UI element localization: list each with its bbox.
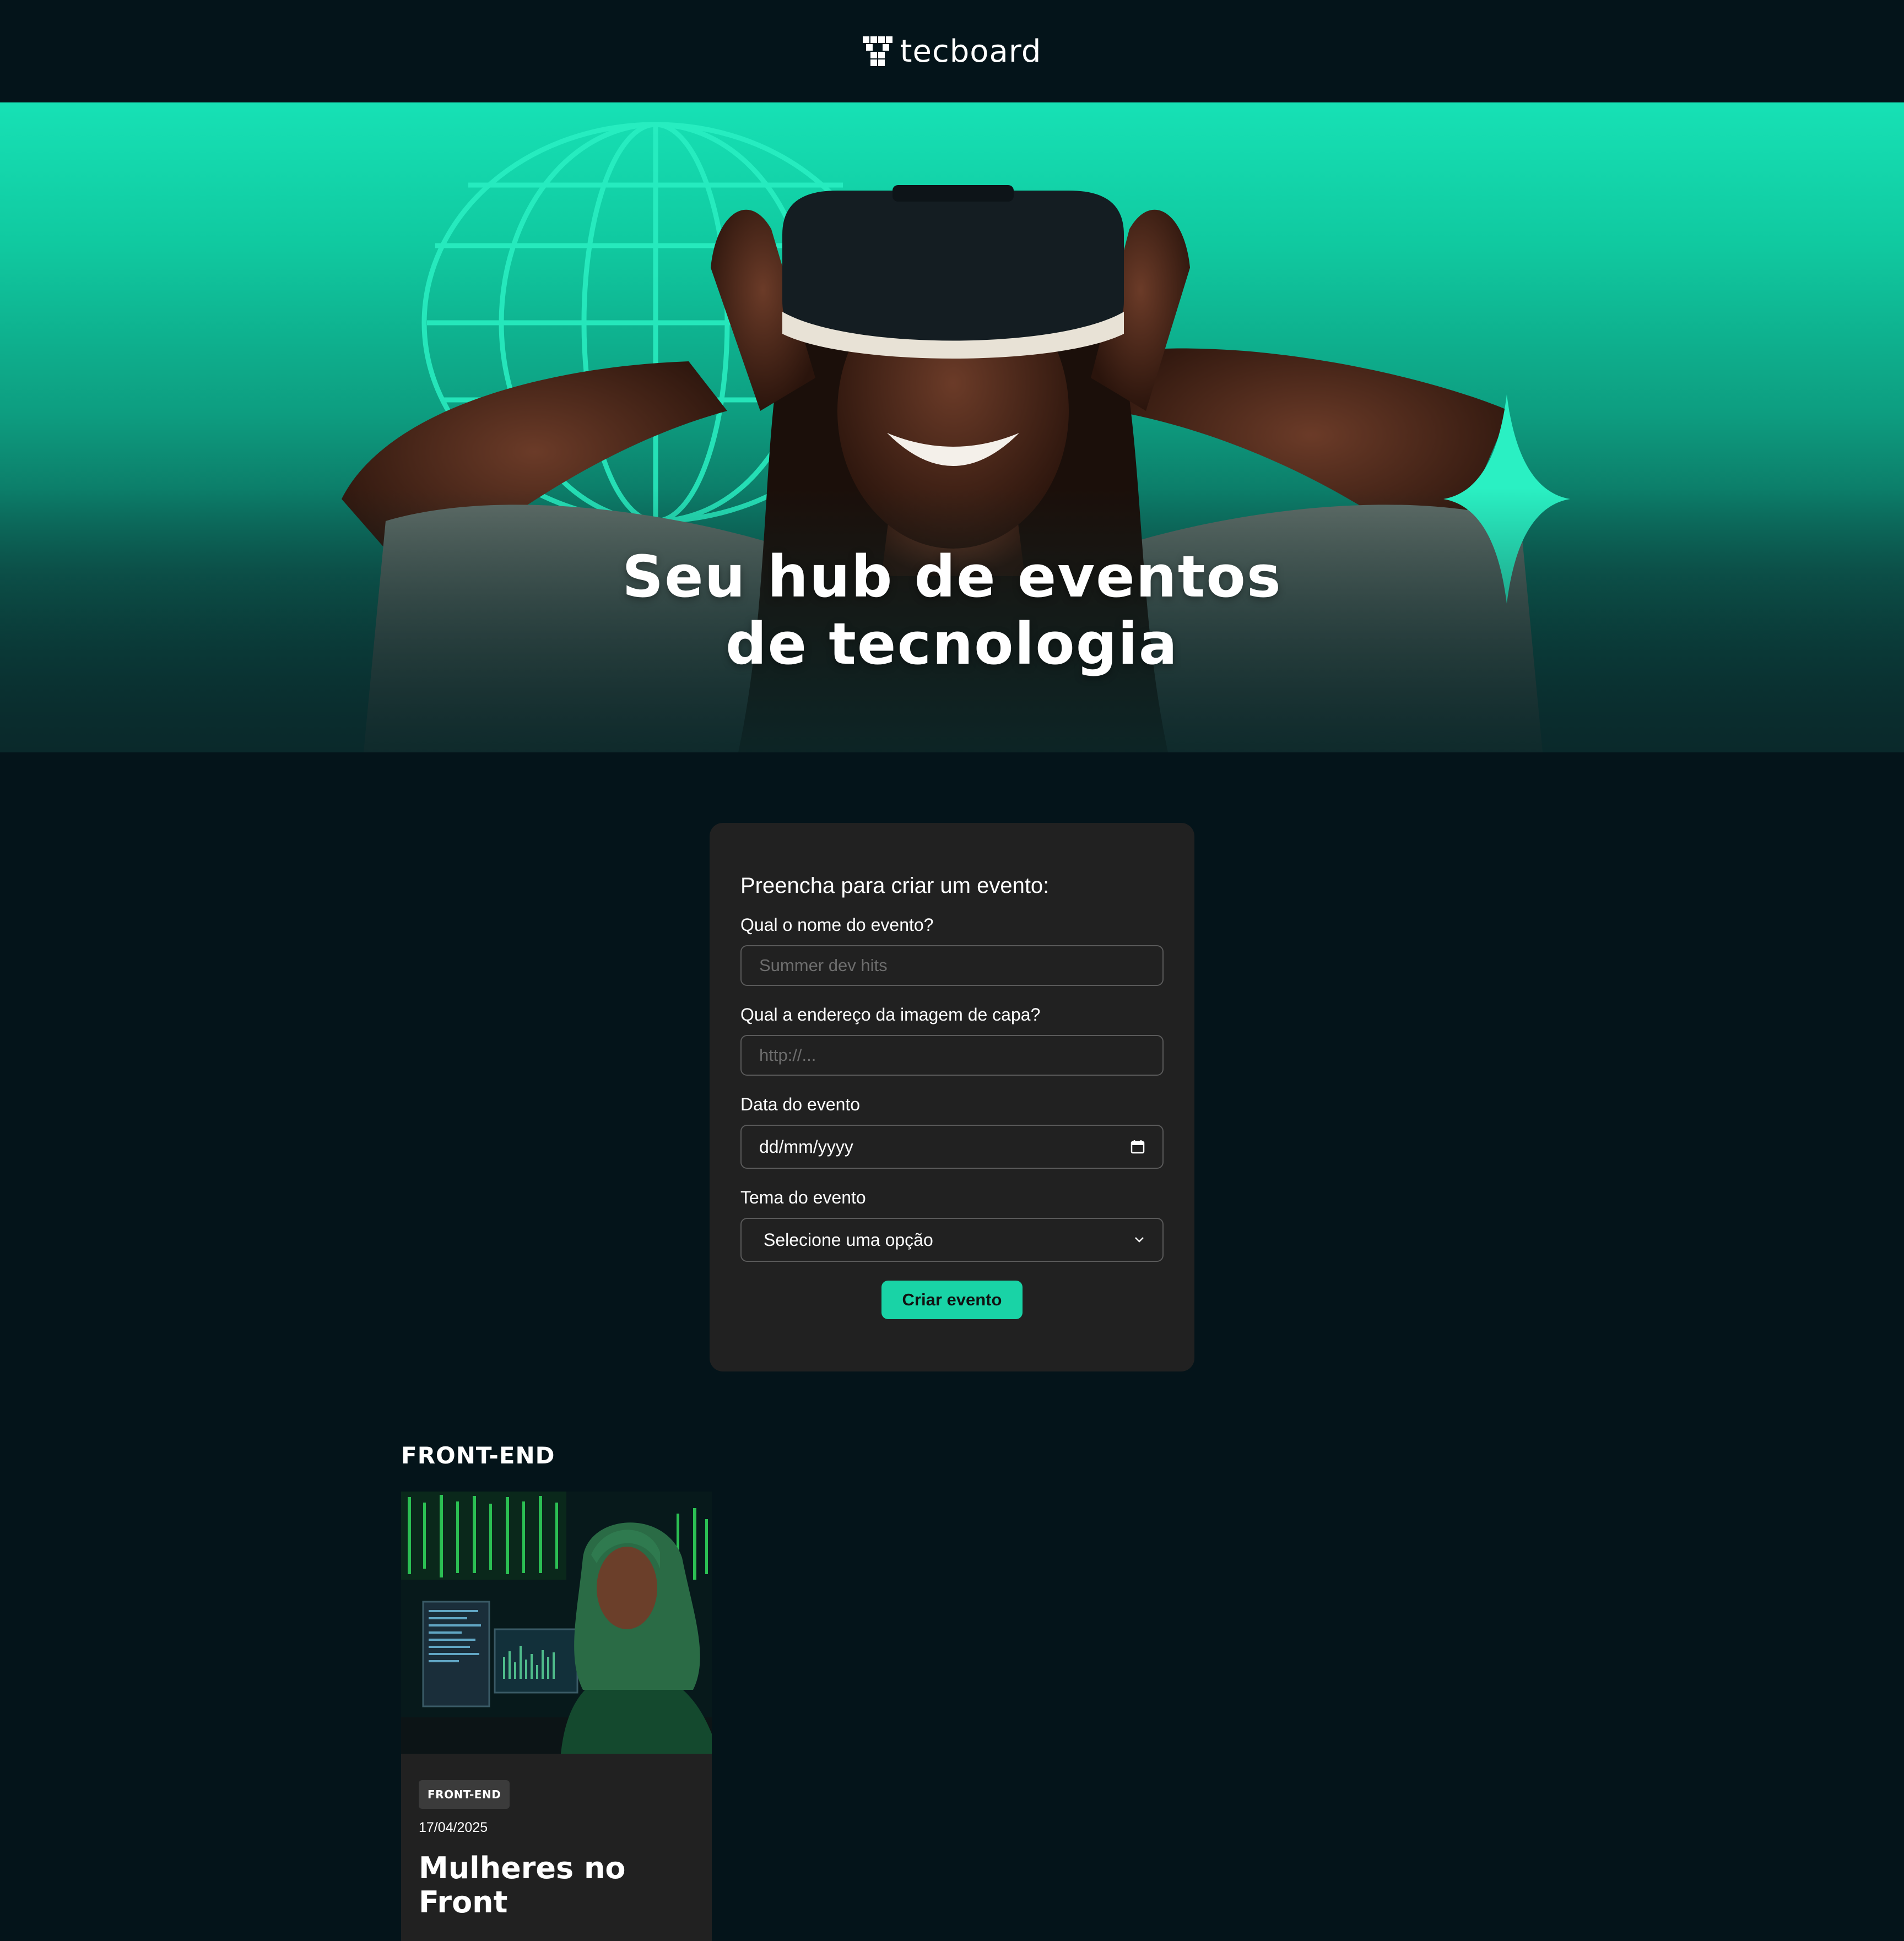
- event-name-label: Qual o nome do evento?: [740, 915, 934, 935]
- event-cover-image: [401, 1492, 712, 1754]
- event-theme-selected: Selecione uma opção: [764, 1229, 933, 1250]
- hero-title-line1: Seu hub de eventos: [622, 543, 1282, 610]
- create-event-form: Preencha para criar um evento: Qual o no…: [710, 823, 1194, 1371]
- event-name-input[interactable]: [740, 945, 1164, 986]
- event-card-body: FRONT-END 17/04/2025 Mulheres no Front: [401, 1754, 712, 1920]
- cover-image-label: Qual a endereço da imagem de capa?: [740, 1005, 1041, 1024]
- event-theme-select[interactable]: Selecione uma opção: [740, 1218, 1164, 1262]
- top-header: tecboard: [0, 0, 1904, 102]
- hero-title-line2: de tecnologia: [726, 610, 1178, 677]
- event-theme-label: Tema do evento: [740, 1188, 866, 1207]
- event-date-placeholder: dd/mm/yyyy: [759, 1136, 853, 1157]
- cover-image-input[interactable]: [740, 1035, 1164, 1076]
- calendar-icon[interactable]: [1130, 1140, 1145, 1154]
- event-name: Mulheres no Front: [419, 1851, 626, 1920]
- event-date-label: Data do evento: [740, 1094, 861, 1114]
- event-card[interactable]: FRONT-END 17/04/2025 Mulheres no Front: [401, 1492, 712, 1941]
- brand[interactable]: tecboard: [862, 33, 1042, 69]
- form-heading: Preencha para criar um evento:: [740, 874, 1050, 898]
- event-date: 17/04/2025: [419, 1820, 488, 1835]
- brand-name: tecboard: [900, 33, 1042, 69]
- event-tag: FRONT-END: [419, 1780, 510, 1809]
- create-event-button[interactable]: Criar evento: [881, 1281, 1023, 1319]
- hero-title: Seu hub de eventos de tecnologia: [0, 543, 1904, 677]
- tecboard-logo-icon: [862, 36, 892, 66]
- submit-row: Criar evento: [740, 1281, 1164, 1319]
- section-title-front-end: FRONT-END: [401, 1442, 555, 1469]
- chevron-down-icon: [1135, 1237, 1144, 1243]
- event-date-input[interactable]: dd/mm/yyyy: [740, 1125, 1164, 1169]
- hero-banner: Seu hub de eventos de tecnologia: [0, 102, 1904, 752]
